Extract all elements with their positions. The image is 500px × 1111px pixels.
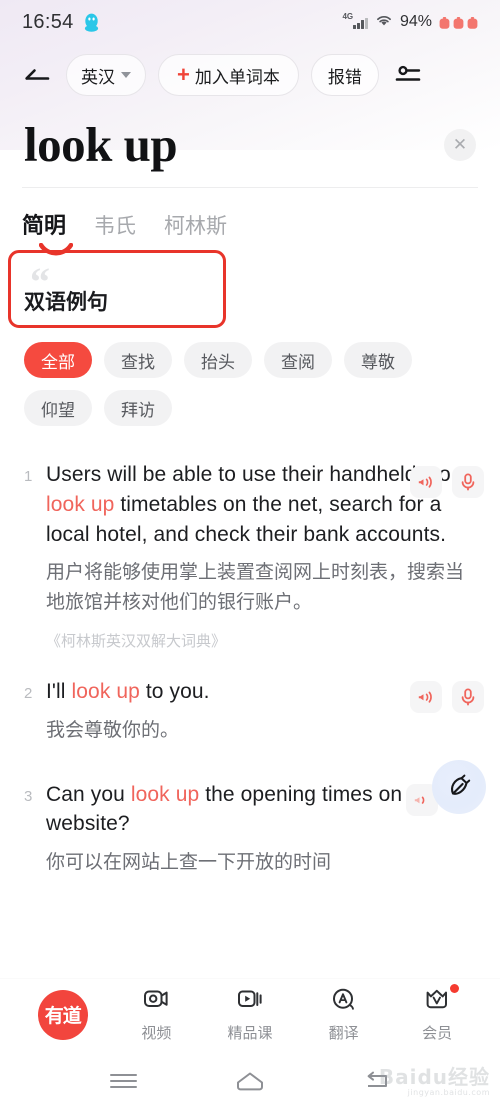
home-icon[interactable] — [227, 1061, 273, 1101]
bottom-navigation: 有道 视频 精品课 翻译 会员 — [0, 978, 500, 1050]
nav-label-courses: 精品课 — [227, 1025, 273, 1042]
network-type-label: 4G — [342, 12, 354, 21]
language-label: 英汉 — [81, 67, 115, 87]
status-bar: 16:54 4G 94% — [0, 0, 500, 44]
qq-penguin-icon — [84, 13, 99, 32]
member-badge-dot — [450, 984, 460, 993]
status-extra-icons — [439, 16, 478, 29]
tab-jianming[interactable]: 简明 — [22, 208, 66, 240]
play-course-icon — [236, 986, 264, 1017]
chevron-down-icon — [121, 72, 131, 78]
add-to-wordbook-button[interactable]: + 加入单词本 — [158, 54, 299, 96]
example-chinese: 用户将能够使用掌上装置查阅网上时刻表，搜索当地旅馆并核对他们的银行账户。 — [46, 562, 465, 613]
nav-label-member: 会员 — [422, 1025, 453, 1042]
report-error-button[interactable]: 报错 — [310, 54, 379, 96]
chip-chayue[interactable]: 查阅 — [264, 342, 332, 378]
speaker-icon[interactable] — [410, 466, 442, 498]
android-navigation-bar — [0, 1050, 500, 1111]
battery-icon — [453, 16, 464, 29]
video-camera-icon — [142, 986, 170, 1017]
example-keyword: look up — [46, 492, 115, 516]
sense-filter-chips: 全部 查找 抬头 查阅 尊敬 仰望 拜访 — [0, 316, 500, 426]
example-en-post: to you. — [139, 680, 210, 704]
battery-percent: 94% — [399, 13, 432, 30]
back-arrow-icon[interactable] — [18, 60, 54, 90]
section-title: 双语例句 — [24, 291, 108, 314]
battery-icon — [439, 16, 450, 29]
chip-taitou[interactable]: 抬头 — [184, 342, 252, 378]
example-item: 2 I'll look up to you. 我会尊敬你的。 — [0, 651, 500, 745]
action-bar: 英汉 + 加入单词本 报错 — [0, 44, 500, 106]
chip-yangwang[interactable]: 仰望 — [24, 390, 92, 426]
example-number: 3 — [24, 787, 33, 805]
example-en-pre: I'll — [46, 680, 72, 704]
bilingual-section-header: “ 双语例句 — [0, 250, 500, 328]
status-bar-right: 4G 94% — [342, 12, 478, 32]
battery-icon — [467, 16, 478, 29]
tab-kelinsi[interactable]: 柯林斯 — [164, 210, 227, 240]
nav-item-video[interactable]: 视频 — [120, 986, 192, 1043]
close-icon[interactable]: ✕ — [444, 128, 476, 161]
nav-label-video: 视频 — [141, 1025, 172, 1042]
app-screen: 16:54 4G 94% 英汉 + 加入单词本 报错 look up ✕ 简明 … — [0, 0, 500, 1111]
language-selector[interactable]: 英汉 — [66, 54, 146, 96]
microphone-icon[interactable] — [452, 466, 484, 498]
chip-all[interactable]: 全部 — [24, 342, 92, 378]
example-en-pre: Can you — [46, 782, 131, 806]
translate-icon — [330, 986, 358, 1017]
example-number: 2 — [24, 685, 33, 703]
microphone-icon[interactable] — [452, 681, 484, 714]
speaker-icon[interactable] — [410, 681, 442, 714]
chip-baifang[interactable]: 拜访 — [104, 390, 172, 426]
headword-row: look up ✕ — [0, 106, 500, 173]
add-to-wordbook-label: 加入单词本 — [194, 67, 280, 87]
tab-weishi[interactable]: 韦氏 — [94, 210, 136, 240]
plus-icon: + — [177, 62, 190, 87]
example-chinese: 你可以在网站上查一下开放的时间 — [46, 852, 332, 874]
chip-zunjing[interactable]: 尊敬 — [344, 342, 412, 378]
nav-item-member[interactable]: 会员 — [401, 984, 473, 1043]
cellular-signal-icon: 4G — [342, 12, 368, 29]
nav-item-courses[interactable]: 精品课 — [214, 986, 286, 1043]
report-error-label: 报错 — [327, 67, 362, 87]
example-actions — [410, 681, 484, 714]
example-chinese: 我会尊敬你的。 — [46, 720, 180, 742]
example-actions — [410, 466, 484, 498]
example-keyword: look up — [71, 680, 140, 704]
example-en-pre: Users will be able to use their handheld… — [46, 463, 451, 486]
nav-item-translate[interactable]: 翻译 — [308, 986, 380, 1043]
status-time: 16:54 — [22, 10, 74, 33]
crown-member-icon — [423, 986, 451, 1017]
example-source: 《柯林斯英汉双解大词典》 — [46, 633, 227, 651]
nav-item-youdao-logo[interactable]: 有道 — [27, 989, 99, 1040]
example-item: 1 Users will be able to use their handhe… — [0, 448, 500, 651]
status-bar-left: 16:54 — [22, 11, 99, 34]
active-tab-indicator-icon — [39, 243, 73, 256]
example-item: 3 Can you look up the opening times on t… — [0, 746, 500, 878]
pen-nib-icon[interactable] — [432, 759, 486, 814]
youdao-logo-icon: 有道 — [37, 989, 88, 1040]
chip-chazhao[interactable]: 查找 — [104, 342, 172, 378]
example-number: 1 — [24, 468, 33, 485]
example-list: 1 Users will be able to use their handhe… — [0, 426, 500, 878]
nav-label-translate: 翻译 — [328, 1025, 359, 1042]
hamburger-menu-icon[interactable] — [100, 1061, 146, 1101]
sliders-icon[interactable] — [393, 60, 423, 90]
back-nav-icon[interactable] — [354, 1061, 400, 1101]
wifi-icon — [375, 13, 393, 32]
page-title: look up — [24, 117, 178, 172]
dictionary-tabs: 简明 韦氏 柯林斯 — [0, 188, 500, 240]
example-keyword: look up — [130, 782, 200, 806]
